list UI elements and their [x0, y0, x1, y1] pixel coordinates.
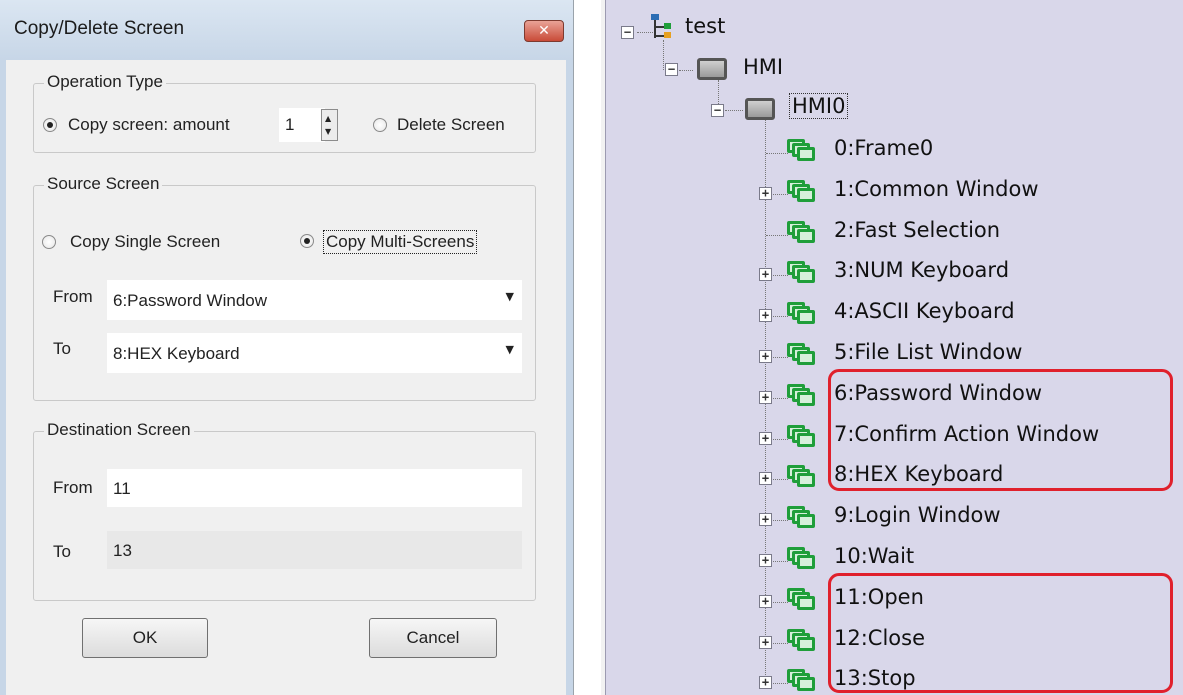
- dest-to-value: 13: [113, 541, 132, 560]
- source-from-value: 6:Password Window: [113, 291, 268, 310]
- amount-spinner[interactable]: ▲ ▼: [321, 109, 338, 141]
- expand-toggle[interactable]: +: [759, 432, 772, 445]
- dest-from-value: 11: [113, 479, 131, 498]
- spin-down-icon[interactable]: ▼: [325, 127, 331, 136]
- tree-item-label: 1:Common Window: [834, 177, 1039, 201]
- tree-item-label: 4:ASCII Keyboard: [834, 299, 1015, 323]
- source-from-select[interactable]: 6:Password Window ▼: [107, 280, 522, 320]
- source-to-value: 8:HEX Keyboard: [113, 344, 240, 363]
- close-button[interactable]: ✕: [524, 20, 564, 42]
- window-stack-icon: [787, 669, 819, 693]
- tree-connector: [766, 153, 788, 154]
- dialog-title: Copy/Delete Screen: [14, 18, 185, 39]
- operation-type-group: Operation Type Copy screen: amount 1 ▲ ▼…: [33, 72, 536, 153]
- collapse-hmi0-toggle[interactable]: −: [711, 104, 724, 117]
- tree-hmi-label[interactable]: HMI: [743, 55, 783, 79]
- window-stack-icon: [787, 506, 819, 530]
- expand-toggle[interactable]: +: [759, 676, 772, 689]
- expand-toggle[interactable]: +: [759, 391, 772, 404]
- tree-connector: [663, 40, 664, 70]
- tree-item-label: 3:NUM Keyboard: [834, 258, 1010, 282]
- copy-screen-label: Copy screen: amount: [68, 115, 230, 134]
- expand-toggle[interactable]: +: [759, 309, 772, 322]
- expand-toggle[interactable]: +: [759, 554, 772, 567]
- expand-toggle[interactable]: +: [759, 187, 772, 200]
- chevron-down-icon[interactable]: ▼: [506, 343, 514, 356]
- window-stack-icon: [787, 547, 819, 571]
- tree-hmi0-label[interactable]: HMI0: [788, 93, 849, 119]
- cancel-button[interactable]: Cancel: [369, 618, 497, 658]
- window-stack-icon: [787, 343, 819, 367]
- window-stack-icon: [787, 629, 819, 653]
- tree-item-label: 10:Wait: [834, 544, 915, 568]
- delete-screen-label: Delete Screen: [397, 115, 505, 134]
- tree-connector: [766, 235, 788, 236]
- delete-screen-radio[interactable]: [373, 118, 387, 132]
- destination-highlight-box: [828, 573, 1173, 693]
- tree-connector: [725, 110, 743, 111]
- tree-left-edge: [601, 0, 606, 695]
- window-stack-icon: [787, 180, 819, 204]
- hmi-device-icon: [745, 98, 775, 120]
- copy-multi-label: Copy Multi-Screens: [322, 230, 478, 254]
- copy-delete-dialog: Copy/Delete Screen ✕ Operation Type Copy…: [0, 0, 574, 695]
- dest-from-field[interactable]: 11: [107, 469, 522, 507]
- operation-type-legend: Operation Type: [44, 72, 166, 92]
- source-screen-legend: Source Screen: [44, 174, 163, 194]
- chevron-down-icon[interactable]: ▼: [506, 290, 514, 303]
- window-stack-icon: [787, 588, 819, 612]
- title-bar[interactable]: Copy/Delete Screen ✕: [0, 0, 573, 61]
- copy-single-radio[interactable]: [42, 235, 56, 249]
- expand-toggle[interactable]: +: [759, 268, 772, 281]
- source-screen-group: Source Screen Copy Single Screen Copy Mu…: [33, 174, 536, 401]
- window-stack-icon: [787, 221, 819, 245]
- destination-screen-legend: Destination Screen: [44, 420, 194, 440]
- spin-up-icon[interactable]: ▲: [325, 114, 331, 123]
- ok-button[interactable]: OK: [82, 618, 208, 658]
- expand-toggle[interactable]: +: [759, 350, 772, 363]
- destination-screen-group: Destination Screen From 11 To 13: [33, 420, 536, 601]
- copy-single-label: Copy Single Screen: [70, 232, 221, 251]
- tree-connector: [679, 70, 693, 71]
- dest-to-label: To: [53, 542, 71, 561]
- amount-value: 1: [285, 115, 295, 134]
- tree-item-label: 2:Fast Selection: [834, 218, 1001, 242]
- copy-multi-radio[interactable]: [300, 234, 314, 248]
- amount-field[interactable]: 1: [279, 108, 325, 142]
- dest-to-field: 13: [107, 531, 522, 569]
- tree-item-label: 0:Frame0: [834, 136, 934, 160]
- hmi-device-icon: [697, 58, 727, 80]
- expand-toggle[interactable]: +: [759, 513, 772, 526]
- window-stack-icon: [787, 384, 819, 408]
- collapse-hmi-toggle[interactable]: −: [665, 63, 678, 76]
- source-to-select[interactable]: 8:HEX Keyboard ▼: [107, 333, 522, 373]
- source-to-label: To: [53, 339, 71, 358]
- source-from-label: From: [53, 287, 93, 306]
- window-stack-icon: [787, 425, 819, 449]
- tree-item-label: 9:Login Window: [834, 503, 1001, 527]
- source-highlight-box: [828, 369, 1173, 491]
- window-stack-icon: [787, 139, 819, 163]
- project-root-icon: [651, 14, 671, 38]
- project-tree: − test − HMI − HMI0 0:Frame0 +1:Common Wi…: [601, 0, 1183, 695]
- expand-toggle[interactable]: +: [759, 636, 772, 649]
- expand-toggle[interactable]: +: [759, 472, 772, 485]
- copy-screen-radio[interactable]: [43, 118, 57, 132]
- dest-from-label: From: [53, 478, 93, 497]
- dialog-body: Operation Type Copy screen: amount 1 ▲ ▼…: [0, 60, 573, 695]
- window-stack-icon: [787, 465, 819, 489]
- tree-root-label[interactable]: test: [685, 14, 725, 38]
- expand-toggle[interactable]: +: [759, 595, 772, 608]
- window-stack-icon: [787, 302, 819, 326]
- collapse-root-toggle[interactable]: −: [621, 26, 634, 39]
- tree-item-label: 5:File List Window: [834, 340, 1023, 364]
- window-stack-icon: [787, 261, 819, 285]
